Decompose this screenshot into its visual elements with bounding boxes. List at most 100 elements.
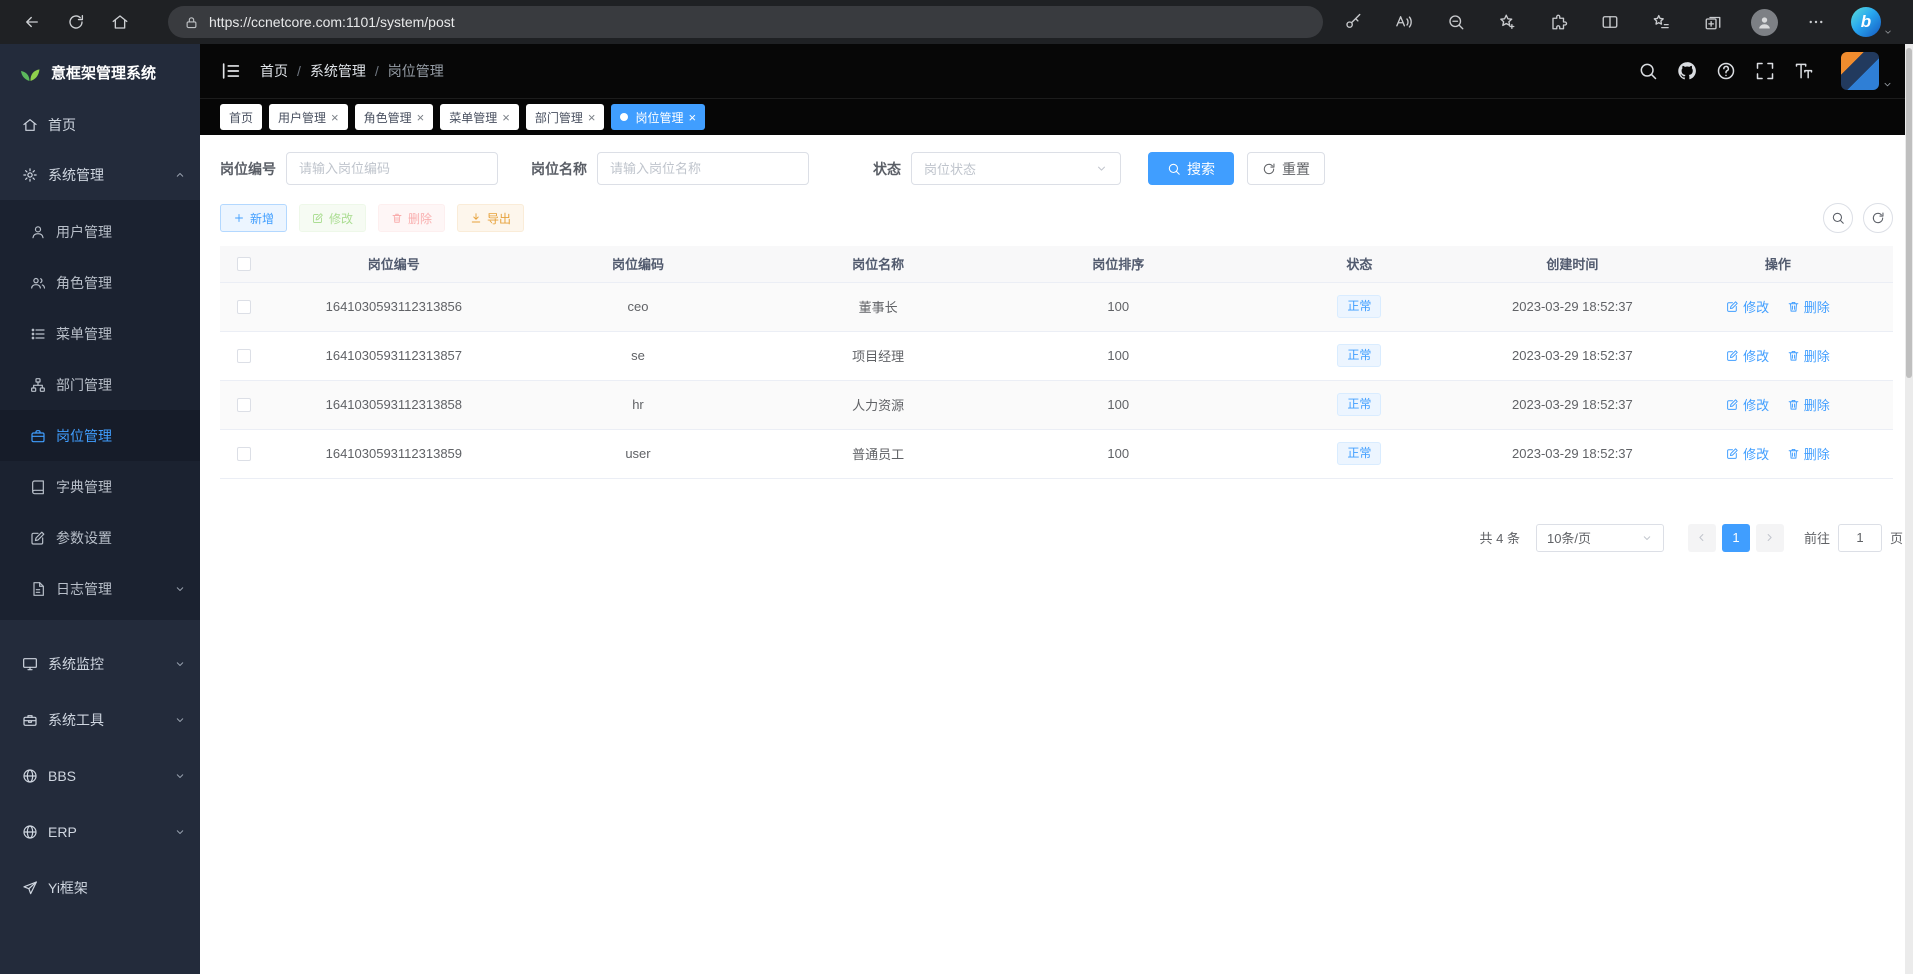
sidebar-item-log-management[interactable]: 日志管理 (0, 563, 200, 614)
collections-icon[interactable] (1697, 6, 1729, 38)
tag-role-management[interactable]: 角色管理 × (355, 104, 434, 130)
github-icon[interactable] (1677, 61, 1697, 81)
row-edit-link[interactable]: 修改 (1726, 297, 1769, 316)
edit-button[interactable]: 修改 (299, 204, 366, 232)
browser-back-button[interactable] (12, 5, 52, 39)
user-menu[interactable] (1841, 52, 1893, 90)
sidebar-item-dictionary-management[interactable]: 字典管理 (0, 461, 200, 512)
row-checkbox[interactable] (237, 447, 251, 461)
close-icon[interactable]: × (688, 111, 696, 124)
sidebar-item-role-management[interactable]: 角色管理 (0, 257, 200, 308)
page-number-button[interactable]: 1 (1722, 524, 1750, 552)
next-page-button[interactable] (1756, 524, 1784, 552)
close-icon[interactable]: × (588, 111, 596, 124)
breadcrumb-system[interactable]: 系统管理 (310, 61, 366, 81)
row-delete-link[interactable]: 删除 (1787, 444, 1830, 463)
tag-user-management[interactable]: 用户管理× (269, 104, 348, 130)
table-row[interactable]: 1641030593112313859 user 普通员工 100 正常 202… (220, 429, 1893, 478)
favorites-bar-icon[interactable] (1645, 6, 1677, 38)
avatar[interactable] (1841, 52, 1879, 90)
prev-page-button[interactable] (1688, 524, 1716, 552)
row-checkbox[interactable] (237, 300, 251, 314)
table-row[interactable]: 1641030593112313856 ceo 董事长 100 正常 2023-… (220, 282, 1893, 331)
tag-label: 角色管理 (364, 109, 412, 126)
toggle-search-button[interactable] (1823, 203, 1853, 233)
goto-page-input[interactable] (1838, 524, 1882, 552)
row-checkbox[interactable] (237, 398, 251, 412)
sidebar-group-system-tools[interactable]: 系统工具 (0, 692, 200, 748)
sidebar-item-parameter-settings[interactable]: 参数设置 (0, 512, 200, 563)
sidebar-collapse-icon[interactable] (220, 60, 242, 82)
post-code-input[interactable] (286, 152, 498, 185)
sidebar-item-post-management[interactable]: 岗位管理 (0, 410, 200, 461)
fullscreen-icon[interactable] (1755, 61, 1775, 81)
cell-post-id: 1641030593112313857 (268, 331, 519, 380)
sidebar-item-label: 菜单管理 (56, 324, 112, 344)
site-info-lock-icon[interactable] (184, 15, 199, 30)
row-edit-link[interactable]: 修改 (1726, 444, 1769, 463)
sidebar-group-system-management[interactable]: 系统管理 (0, 150, 200, 200)
close-icon[interactable]: × (417, 111, 425, 124)
page-size-select[interactable]: 10条/页 (1536, 524, 1664, 552)
read-aloud-icon[interactable] (1388, 6, 1420, 38)
close-icon[interactable]: × (331, 111, 339, 124)
tag-home[interactable]: 首页 (220, 104, 262, 130)
row-checkbox[interactable] (237, 349, 251, 363)
total-count: 共 4 条 (1480, 528, 1520, 547)
search-icon[interactable] (1638, 61, 1658, 81)
browser-profile-avatar[interactable] (1748, 6, 1780, 38)
question-help-icon[interactable] (1716, 61, 1736, 81)
bing-icon[interactable]: b (1851, 7, 1881, 37)
browser-home-button[interactable] (100, 5, 140, 39)
cell-post-sort: 100 (1000, 282, 1237, 331)
add-button[interactable]: 新增 (220, 204, 287, 232)
extensions-puzzle-icon[interactable] (1543, 6, 1575, 38)
sidebar-item-home[interactable]: 首页 (0, 100, 200, 150)
tag-label: 岗位管理 (635, 109, 683, 126)
sidebar-group-erp[interactable]: ERP (0, 804, 200, 860)
post-name-input[interactable] (597, 152, 809, 185)
refresh-table-button[interactable] (1863, 203, 1893, 233)
reset-button[interactable]: 重置 (1247, 152, 1325, 185)
add-favorite-star-icon[interactable] (1491, 6, 1523, 38)
tag-department-management[interactable]: 部门管理× (526, 104, 605, 130)
tag-menu-management[interactable]: 菜单管理× (440, 104, 519, 130)
table-row[interactable]: 1641030593112313857 se 项目经理 100 正常 2023-… (220, 331, 1893, 380)
sidebar-group-bbs[interactable]: BBS (0, 748, 200, 804)
export-button[interactable]: 导出 (457, 204, 524, 232)
address-bar[interactable]: https://ccnetcore.com:1101/system/post (168, 6, 1323, 38)
browser-refresh-button[interactable] (56, 5, 96, 39)
chevron-down-icon (1095, 162, 1108, 175)
plus-icon (233, 212, 245, 224)
sidebar-item-department-management[interactable]: 部门管理 (0, 359, 200, 410)
row-delete-link[interactable]: 删除 (1787, 346, 1830, 365)
sidebar-item-user-management[interactable]: 用户管理 (0, 206, 200, 257)
font-size-icon[interactable] (1794, 61, 1814, 81)
row-delete-link[interactable]: 删除 (1787, 297, 1830, 316)
zoom-out-icon[interactable] (1440, 6, 1472, 38)
status-select[interactable]: 岗位状态 (911, 152, 1121, 185)
page-scrollbar-track[interactable] (1905, 44, 1913, 974)
row-edit-link[interactable]: 修改 (1726, 395, 1769, 414)
bing-button[interactable]: b (1851, 7, 1893, 37)
logo-link[interactable]: 意框架管理系统 (0, 44, 200, 100)
breadcrumb-home[interactable]: 首页 (260, 61, 288, 81)
sidebar-group-system-monitoring[interactable]: 系统监控 (0, 636, 200, 692)
sidebar-item-yi-framework[interactable]: Yi框架 (0, 860, 200, 916)
paper-plane-icon (22, 880, 38, 896)
split-screen-icon[interactable] (1594, 6, 1626, 38)
table-row[interactable]: 1641030593112313858 hr 人力资源 100 正常 2023-… (220, 380, 1893, 429)
page-scrollbar-thumb[interactable] (1906, 48, 1912, 378)
close-icon[interactable]: × (502, 111, 510, 124)
password-key-icon[interactable] (1337, 6, 1369, 38)
search-button[interactable]: 搜索 (1148, 152, 1234, 185)
row-delete-link[interactable]: 删除 (1787, 395, 1830, 414)
sidebar-item-menu-management[interactable]: 菜单管理 (0, 308, 200, 359)
browser-more-menu-icon[interactable] (1800, 6, 1832, 38)
tag-post-management-active[interactable]: 岗位管理 × (611, 104, 705, 130)
select-all-checkbox[interactable] (237, 257, 251, 271)
url-text: https://ccnetcore.com:1101/system/post (209, 14, 455, 30)
row-edit-link[interactable]: 修改 (1726, 346, 1769, 365)
row-delete-label: 删除 (1804, 297, 1830, 316)
delete-button[interactable]: 删除 (378, 204, 445, 232)
